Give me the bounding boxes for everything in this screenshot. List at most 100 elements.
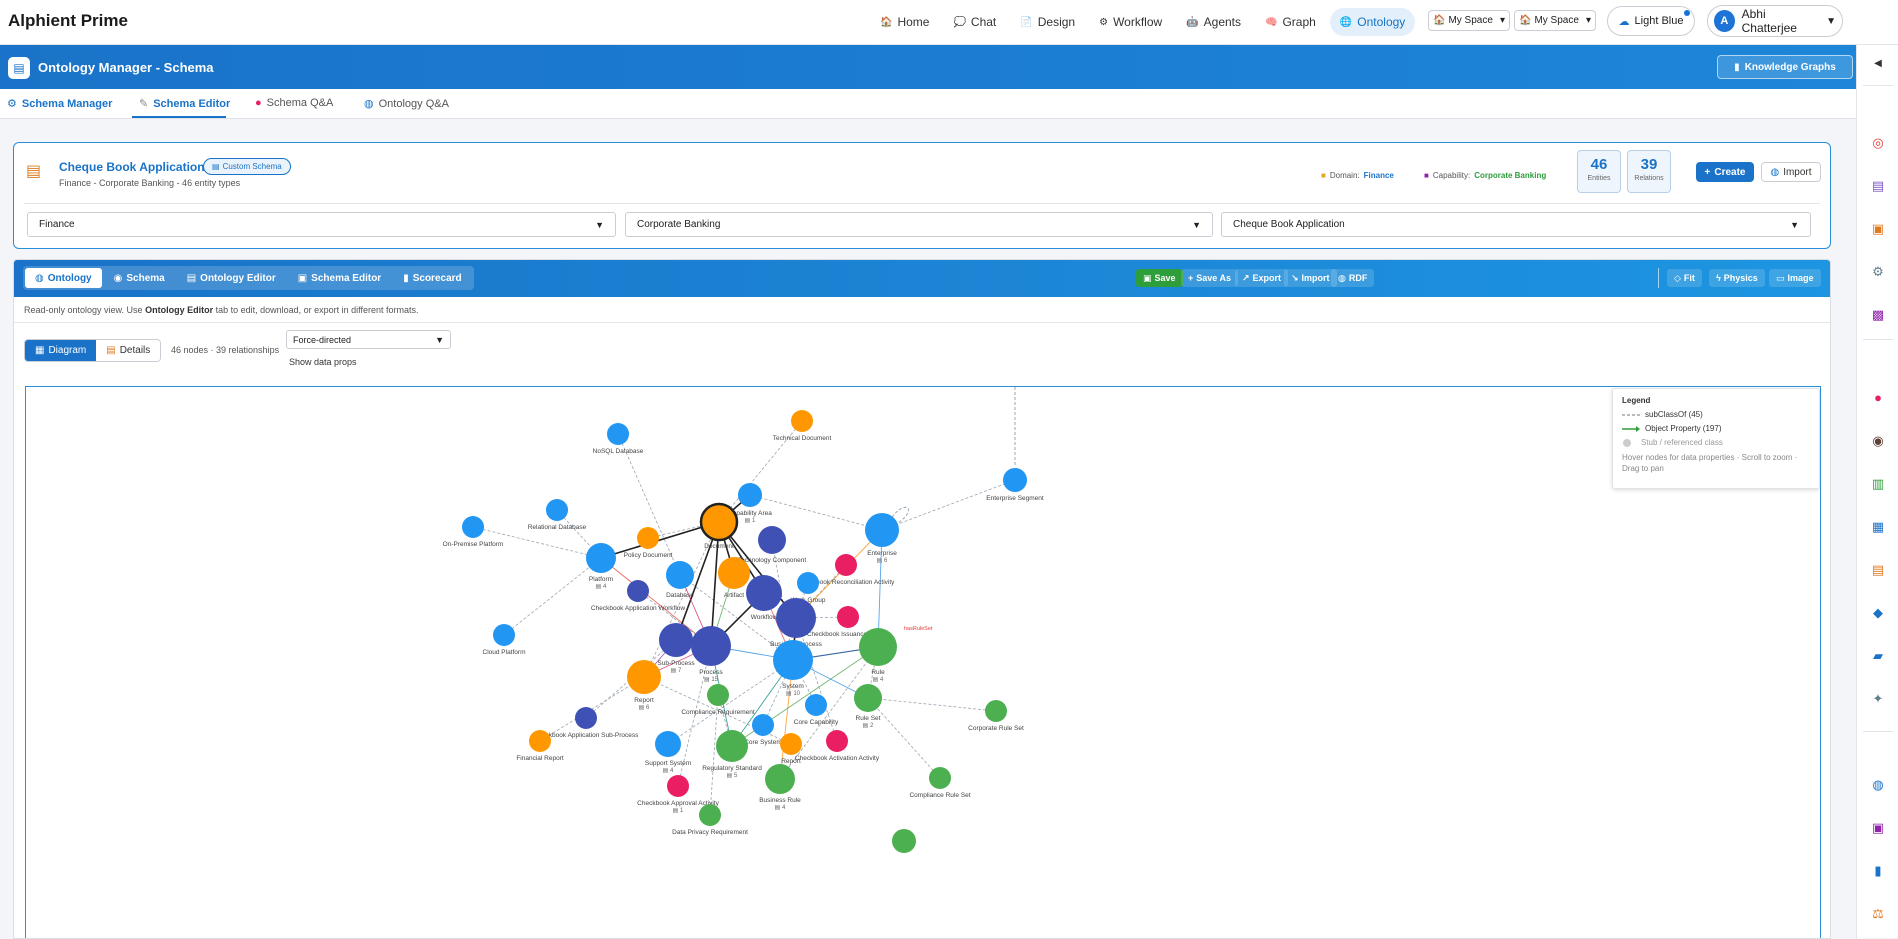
create-button[interactable]: + Create: [1696, 162, 1754, 182]
graph-node-supportsys[interactable]: Support System▤ 4: [645, 731, 691, 774]
node-circle[interactable]: [780, 733, 802, 755]
fit-button[interactable]: ◇ Fit: [1667, 269, 1702, 287]
graph-canvas[interactable]: NoSQL Database Technical Document Enterpri…: [25, 386, 1821, 939]
physics-button[interactable]: ϟ Physics: [1709, 269, 1765, 287]
space-select-2[interactable]: 🏠 My Space ▾: [1514, 10, 1596, 31]
graph-node-compruleset[interactable]: Compliance Rule Set: [909, 767, 971, 799]
graph-node[interactable]: [892, 829, 916, 853]
node-circle[interactable]: [575, 707, 597, 729]
node-circle[interactable]: [718, 557, 750, 589]
node-circle[interactable]: [773, 640, 813, 680]
layout-select[interactable]: Force-directed ▼: [286, 330, 451, 349]
node-circle[interactable]: [929, 767, 951, 789]
knowledge-graphs-button[interactable]: ▮ Knowledge Graphs: [1717, 55, 1853, 79]
brain-icon[interactable]: ●: [1870, 390, 1886, 406]
scale-icon[interactable]: ⚖: [1870, 906, 1886, 922]
graph-node-corecap[interactable]: Core Capability: [794, 694, 839, 726]
import-graph-button[interactable]: ↘ Import: [1284, 269, 1337, 287]
graph-node-report[interactable]: Report▤ 6: [627, 660, 661, 711]
graph-node-busrule[interactable]: Business Rule▤ 4: [759, 764, 801, 811]
graph-node-techdoc[interactable]: Technical Document: [773, 410, 832, 442]
nav-design[interactable]: 📄 Design: [1010, 8, 1085, 36]
graph-node-policydoc[interactable]: Policy Document: [624, 527, 673, 559]
node-circle[interactable]: [667, 775, 689, 797]
tab-schema[interactable]: ◉ Schema: [104, 268, 175, 288]
import-button[interactable]: ◍ Import: [1761, 162, 1821, 182]
graph-node-coresys[interactable]: Core System: [744, 714, 782, 746]
node-circle[interactable]: [707, 684, 729, 706]
node-circle[interactable]: [659, 623, 693, 657]
chart-icon[interactable]: ▮: [1870, 863, 1886, 879]
nav-ontology[interactable]: 🌐 Ontology: [1329, 8, 1416, 36]
nav-home[interactable]: 🏠 Home: [870, 8, 939, 36]
nav-graph[interactable]: 🧠 Graph: [1255, 8, 1326, 36]
node-circle[interactable]: [859, 628, 897, 666]
graph-node-subproc2[interactable]: Checkbook Application Sub-Process: [534, 707, 640, 739]
user-menu[interactable]: A Abhi Chatterjee ▼: [1707, 5, 1843, 37]
node-circle[interactable]: [627, 580, 649, 602]
image-button[interactable]: ▭ Image: [1769, 269, 1821, 287]
save-button[interactable]: ▣ Save: [1136, 269, 1183, 287]
graph-node-artifact[interactable]: Artifact: [718, 557, 750, 599]
nav-workflow[interactable]: ⚙ Workflow: [1089, 8, 1172, 36]
node-circle[interactable]: [791, 410, 813, 432]
node-circle[interactable]: [546, 499, 568, 521]
graph-node-privacy[interactable]: Data Privacy Requirement: [672, 804, 748, 836]
graph-node-techcomp[interactable]: Technology Component: [738, 526, 806, 564]
node-circle[interactable]: [765, 764, 795, 794]
graph-node-subprocess[interactable]: Sub-Process▤ 7: [657, 623, 695, 674]
node-circle[interactable]: [738, 483, 762, 507]
rdf-button[interactable]: ◍ RDF: [1331, 269, 1375, 287]
node-circle[interactable]: [691, 626, 731, 666]
node-circle[interactable]: [854, 684, 882, 712]
graph-node-database[interactable]: Database: [666, 561, 694, 599]
graph-node-cloud[interactable]: Cloud Platform: [483, 624, 526, 656]
graph-node-rule[interactable]: Rule▤ 4: [859, 628, 897, 683]
network-icon[interactable]: ◉: [1870, 433, 1886, 449]
clipboard-icon[interactable]: ▣: [1870, 221, 1886, 237]
node-circle[interactable]: [607, 423, 629, 445]
node-circle[interactable]: [758, 526, 786, 554]
tab-schema-qa[interactable]: ● Schema Q&A: [255, 97, 333, 109]
graph-node-compreq[interactable]: Compliance Requirement: [681, 684, 755, 716]
theme-button[interactable]: ☁ Light Blue: [1607, 6, 1695, 36]
nav-chat[interactable]: 💭 Chat: [943, 8, 1006, 36]
graph-node-enterprise[interactable]: Enterprise▤ 6: [865, 513, 899, 564]
node-circle[interactable]: [835, 554, 857, 576]
globe-icon[interactable]: ◍: [1870, 777, 1886, 793]
graph-node-regstd[interactable]: Regulatory Standard▤ 5: [702, 730, 762, 779]
tab-ontology[interactable]: ◍ Ontology: [25, 268, 102, 288]
schema-select[interactable]: Cheque Book Application ▼: [1221, 212, 1811, 237]
tools-icon[interactable]: ✦: [1870, 691, 1886, 707]
node-circle[interactable]: [776, 598, 816, 638]
node-circle[interactable]: [826, 730, 848, 752]
node-circle[interactable]: [655, 731, 681, 757]
ontology-graph[interactable]: NoSQL Database Technical Document Enterpri…: [26, 387, 1821, 939]
graph-node-nosql[interactable]: NoSQL Database: [593, 423, 644, 455]
save-icon[interactable]: ▣: [1870, 820, 1886, 836]
books-icon[interactable]: ▥: [1870, 476, 1886, 492]
node-circle[interactable]: [746, 575, 782, 611]
tab-scorecard[interactable]: ▮ Scorecard: [393, 268, 471, 288]
node-circle[interactable]: [666, 561, 694, 589]
document-icon[interactable]: ▤: [1870, 178, 1886, 194]
node-circle[interactable]: [1003, 468, 1027, 492]
target-icon[interactable]: ◎: [1870, 135, 1886, 151]
diagram-button[interactable]: ▦ Diagram: [25, 340, 97, 361]
node-circle[interactable]: [627, 660, 661, 694]
collapse-icon[interactable]: ◀: [1867, 52, 1889, 74]
capability-select[interactable]: Corporate Banking ▼: [625, 212, 1213, 237]
node-circle[interactable]: [865, 513, 899, 547]
tab-schema-editor-view[interactable]: ▣ Schema Editor: [288, 268, 391, 288]
graph-node-corpruleset[interactable]: Corporate Rule Set: [968, 700, 1024, 732]
node-circle[interactable]: [797, 572, 819, 594]
graph-node-process[interactable]: Process▤ 15: [691, 626, 731, 683]
tab-ontology-editor[interactable]: ▤ Ontology Editor: [177, 268, 286, 288]
save-as-button[interactable]: + Save As: [1181, 269, 1238, 287]
shield-icon[interactable]: ◆: [1870, 605, 1886, 621]
graph-node-system[interactable]: System▤ 10: [773, 640, 813, 697]
node-circle[interactable]: [716, 730, 748, 762]
tab-ontology-qa[interactable]: ◍ Ontology Q&A: [364, 97, 449, 111]
details-button[interactable]: ▤ Details: [96, 340, 161, 361]
node-circle[interactable]: [985, 700, 1007, 722]
